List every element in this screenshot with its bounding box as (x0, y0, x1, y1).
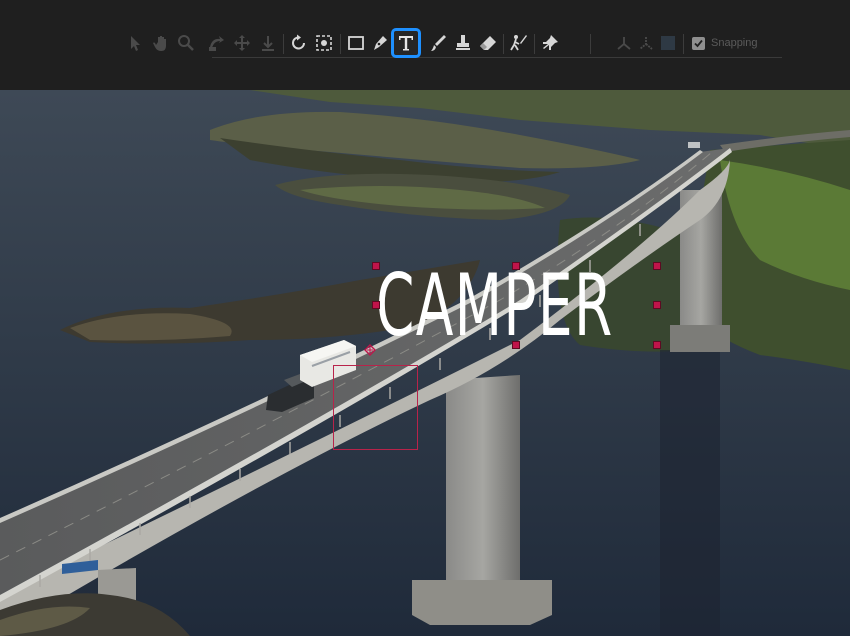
clone-stamp-tool-icon[interactable] (451, 31, 475, 55)
tools-panel: Snapping (0, 0, 850, 90)
composition-viewer[interactable]: CAMPER (0, 90, 850, 636)
transform-handle-bottom-right[interactable] (653, 341, 661, 349)
move-tool-icon[interactable] (230, 31, 254, 55)
roto-brush-tool-icon[interactable] (507, 31, 531, 55)
anchor-point-icon[interactable] (364, 344, 376, 356)
camera-tool-icon[interactable] (312, 31, 336, 55)
type-tool-icon[interactable] (391, 28, 421, 58)
toolbar-divider (212, 57, 782, 58)
hand-tool-icon[interactable] (150, 31, 174, 55)
toolbar-separator (340, 34, 341, 54)
snapping-checkbox[interactable] (692, 37, 705, 50)
eraser-tool-icon[interactable] (476, 31, 500, 55)
rotate-tool-icon[interactable] (287, 31, 311, 55)
transform-handle-top-center[interactable] (512, 262, 520, 270)
text-insertion-box[interactable] (333, 365, 418, 450)
puppet-pin-tool-icon[interactable] (538, 31, 562, 55)
anchor-tool-icon[interactable] (256, 31, 280, 55)
orbit-tool-icon[interactable] (204, 31, 228, 55)
toolbar-separator (590, 34, 591, 54)
pen-tool-icon[interactable] (368, 31, 392, 55)
toolbar-separator (503, 34, 504, 54)
select-tool-icon[interactable] (124, 31, 148, 55)
text-layer-content[interactable]: CAMPER (376, 260, 612, 352)
zoom-tool-icon[interactable] (174, 31, 198, 55)
toolbar-separator (683, 34, 684, 54)
transform-handle-middle-left[interactable] (372, 301, 380, 309)
transform-handle-bottom-center[interactable] (512, 341, 520, 349)
text-layer[interactable]: CAMPER (376, 260, 657, 352)
toolbar-separator (534, 34, 535, 54)
transform-handle-top-right[interactable] (653, 262, 661, 270)
toolbar-separator (283, 34, 284, 54)
snapping-label[interactable]: Snapping (711, 37, 758, 49)
axis-world-icon[interactable] (634, 31, 658, 55)
rectangle-tool-icon[interactable] (344, 31, 368, 55)
axis-mode-icon[interactable] (612, 31, 636, 55)
brush-tool-icon[interactable] (426, 31, 450, 55)
axis-view-icon[interactable] (656, 31, 680, 55)
transform-handle-middle-right[interactable] (653, 301, 661, 309)
transform-handle-top-left[interactable] (372, 262, 380, 270)
footage-frame (0, 90, 850, 636)
